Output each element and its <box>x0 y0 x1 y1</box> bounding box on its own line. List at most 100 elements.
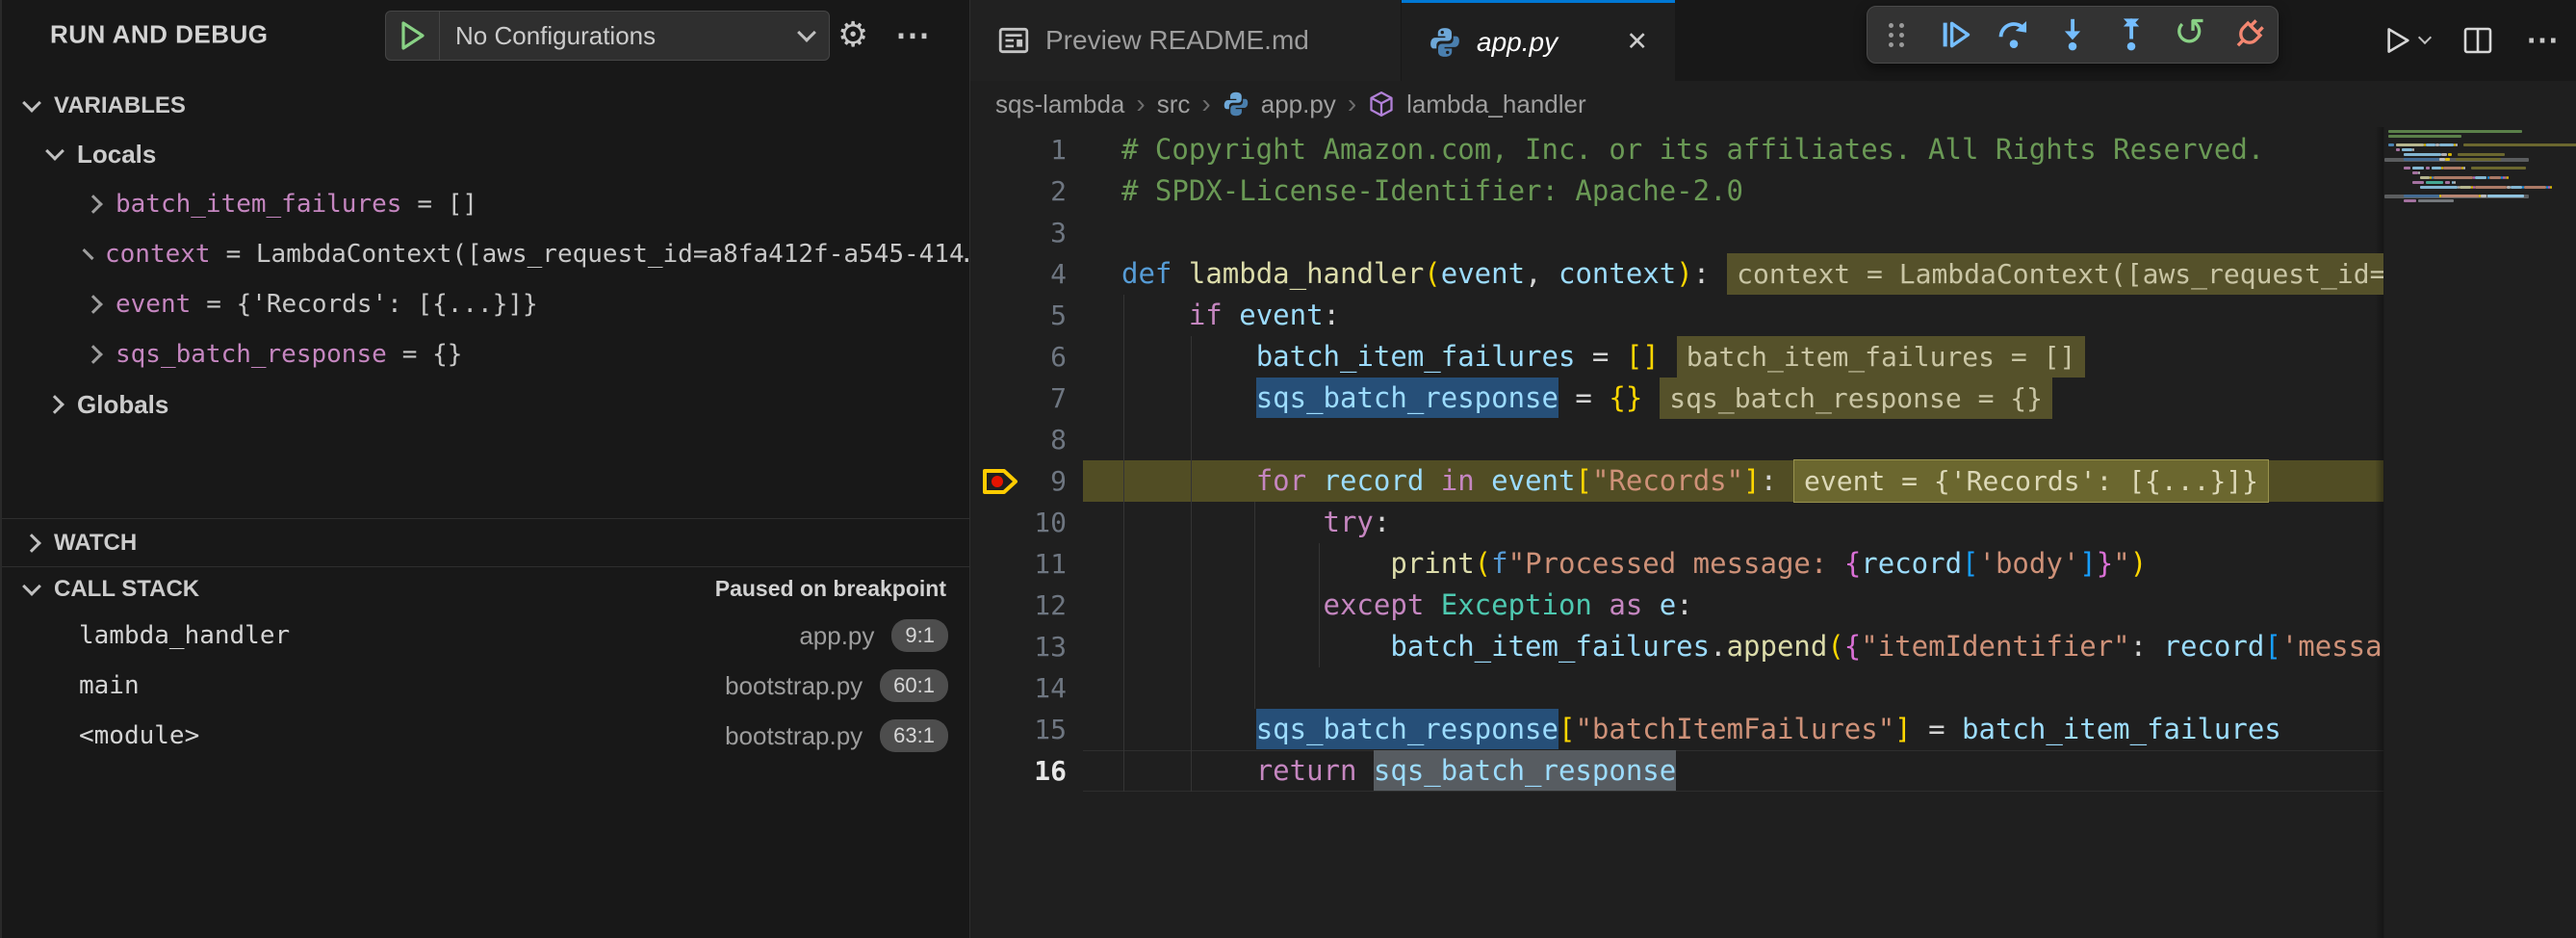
code-editor[interactable]: 1 # Copyright Amazon.com, Inc. or its aff… <box>970 127 2576 938</box>
code-token: in <box>1441 464 1475 497</box>
code-area[interactable]: 1 # Copyright Amazon.com, Inc. or its aff… <box>970 127 2383 938</box>
continue-button[interactable] <box>1926 7 1985 63</box>
watch-section-header[interactable]: WATCH <box>2 518 969 566</box>
call-stack-header-label: CALL STACK <box>54 576 199 603</box>
code-line-4[interactable]: 4def lambda_handler(event, context):cont… <box>970 253 2383 295</box>
gutter[interactable]: 11 <box>970 543 1121 585</box>
code-line-11[interactable]: 11 print(f"Processed message: {record['b… <box>970 543 2383 585</box>
step-out-button[interactable] <box>2101 7 2160 63</box>
more-actions-icon[interactable]: ⋯ <box>2526 21 2559 60</box>
close-icon[interactable]: ✕ <box>1626 27 1648 57</box>
scope-globals[interactable]: Globals <box>2 379 969 430</box>
code-line-7[interactable]: 7 sqs_batch_response = {}sqs_batch_respo… <box>970 378 2383 419</box>
scope-locals[interactable]: Locals <box>2 129 969 179</box>
gutter[interactable]: 9 <box>970 460 1121 502</box>
gutter[interactable]: 10 <box>970 502 1121 543</box>
call-stack-section-header[interactable]: CALL STACK Paused on breakpoint <box>2 566 969 611</box>
debug-config-dropdown[interactable]: No Configurations <box>385 11 830 61</box>
line-number[interactable]: 2 <box>1050 175 1067 207</box>
gutter[interactable]: 7 <box>970 378 1121 419</box>
line-number[interactable]: 11 <box>1034 548 1067 580</box>
line-number[interactable]: 1 <box>1050 134 1067 166</box>
code-line-16[interactable]: 16 return sqs_batch_response <box>970 750 2383 792</box>
code-line-15[interactable]: 15 sqs_batch_response["batchItemFailures… <box>970 709 2383 750</box>
gutter[interactable]: 6 <box>970 336 1121 378</box>
code-token: ] <box>2079 547 2096 580</box>
line-number[interactable]: 10 <box>1034 507 1067 538</box>
line-number[interactable]: 12 <box>1034 589 1067 621</box>
breadcrumb-folder[interactable]: sqs-lambda <box>995 90 1124 119</box>
code-token: ) <box>1676 257 1692 290</box>
start-debug-button[interactable] <box>386 12 440 60</box>
call-stack-frame[interactable]: lambda_handlerapp.py9:1 <box>2 611 969 661</box>
line-number[interactable]: 14 <box>1034 672 1067 704</box>
code-line-2[interactable]: 2 # SPDX-License-Identifier: Apache-2.0 <box>970 170 2383 212</box>
code-line-8[interactable]: 8 <box>970 419 2383 460</box>
gutter[interactable]: 2 <box>970 170 1121 212</box>
drag-handle[interactable] <box>1868 7 1926 63</box>
gutter[interactable]: 15 <box>970 709 1121 750</box>
line-number[interactable]: 6 <box>1050 341 1067 373</box>
gutter[interactable]: 4 <box>970 253 1121 295</box>
line-number[interactable]: 15 <box>1034 714 1067 745</box>
call-stack-frame[interactable]: <module>bootstrap.py63:1 <box>2 711 969 761</box>
code-line-14[interactable]: 14 <box>970 667 2383 709</box>
frame-file: app.py <box>799 621 874 651</box>
variable-row[interactable]: sqs_batch_response= {} <box>2 329 969 379</box>
gutter[interactable]: 12 <box>970 585 1121 626</box>
disconnect-button[interactable] <box>2219 7 2278 63</box>
line-number[interactable]: 8 <box>1050 424 1067 456</box>
play-icon <box>400 21 425 50</box>
code-line-10[interactable]: 10 try: <box>970 502 2383 543</box>
line-number[interactable]: 4 <box>1050 258 1067 290</box>
code-line-1[interactable]: 1 # Copyright Amazon.com, Inc. or its aff… <box>970 129 2383 170</box>
call-stack-frame[interactable]: mainbootstrap.py60:1 <box>2 661 969 711</box>
more-actions-icon[interactable]: ⋯ <box>895 14 932 55</box>
tab-app-py[interactable]: app.py ✕ <box>1402 0 1675 81</box>
line-number[interactable]: 13 <box>1034 631 1067 663</box>
code-line-5[interactable]: 5 if event: <box>970 295 2383 336</box>
code-text: # Copyright Amazon.com, Inc. or its affi… <box>1121 129 2264 170</box>
gutter[interactable]: 1 <box>970 129 1121 170</box>
code-line-3[interactable]: 3 <box>970 212 2383 253</box>
code-line-6[interactable]: 6 batch_item_failures = []batch_item_fai… <box>970 336 2383 378</box>
step-into-button[interactable] <box>2044 7 2102 63</box>
line-number[interactable]: 16 <box>1034 755 1067 787</box>
step-over-button[interactable] <box>1985 7 2044 63</box>
split-editor-icon[interactable] <box>2462 25 2493 56</box>
breadcrumb-folder[interactable]: src <box>1157 90 1191 119</box>
line-highlight <box>1083 212 2383 253</box>
gutter[interactable]: 3 <box>970 212 1121 253</box>
gutter[interactable]: 8 <box>970 419 1121 460</box>
code-token <box>1121 754 1256 787</box>
line-number[interactable]: 3 <box>1050 217 1067 248</box>
gutter[interactable]: 5 <box>970 295 1121 336</box>
tab-preview-readme[interactable]: Preview README.md <box>970 0 1402 81</box>
code-token: # Copyright Amazon.com, Inc. or its affi… <box>1121 133 2264 166</box>
code-line-13[interactable]: 13 batch_item_failures.append({"itemIden… <box>970 626 2383 667</box>
vscode-window: RUN AND DEBUG No Configurations ⚙ ⋯ VARI… <box>0 0 2576 938</box>
variable-row[interactable]: context= LambdaContext([aws_request_id=a… <box>2 229 969 279</box>
variables-section-header[interactable]: VARIABLES <box>2 83 969 129</box>
gutter[interactable]: 16 <box>970 750 1121 792</box>
restart-button[interactable]: ↺ <box>2160 7 2219 63</box>
chevron-down-icon <box>797 23 816 42</box>
line-number[interactable]: 9 <box>1050 465 1067 497</box>
gutter[interactable]: 14 <box>970 667 1121 709</box>
line-number[interactable]: 5 <box>1050 300 1067 331</box>
run-python-file-button[interactable] <box>2383 26 2430 55</box>
python-icon <box>1429 26 1461 59</box>
variable-row[interactable]: batch_item_failures= [] <box>2 179 969 229</box>
gutter[interactable]: 13 <box>970 626 1121 667</box>
line-number[interactable]: 7 <box>1050 382 1067 414</box>
breadcrumb-symbol[interactable]: lambda_handler <box>1406 90 1585 119</box>
minimap[interactable] <box>2383 127 2576 938</box>
frame-name: main <box>79 671 140 700</box>
code-line-9[interactable]: 9 for record in event["Records"]:event =… <box>970 460 2383 502</box>
variable-row[interactable]: event= {'Records': [{...}]} <box>2 279 969 329</box>
code-token: sqs_batch_response <box>1256 709 1558 749</box>
breadcrumb-file[interactable]: app.py <box>1261 90 1336 119</box>
code-text: # SPDX-License-Identifier: Apache-2.0 <box>1121 170 1743 212</box>
code-line-12[interactable]: 12 except Exception as e: <box>970 585 2383 626</box>
gear-icon[interactable]: ⚙ <box>837 14 868 55</box>
